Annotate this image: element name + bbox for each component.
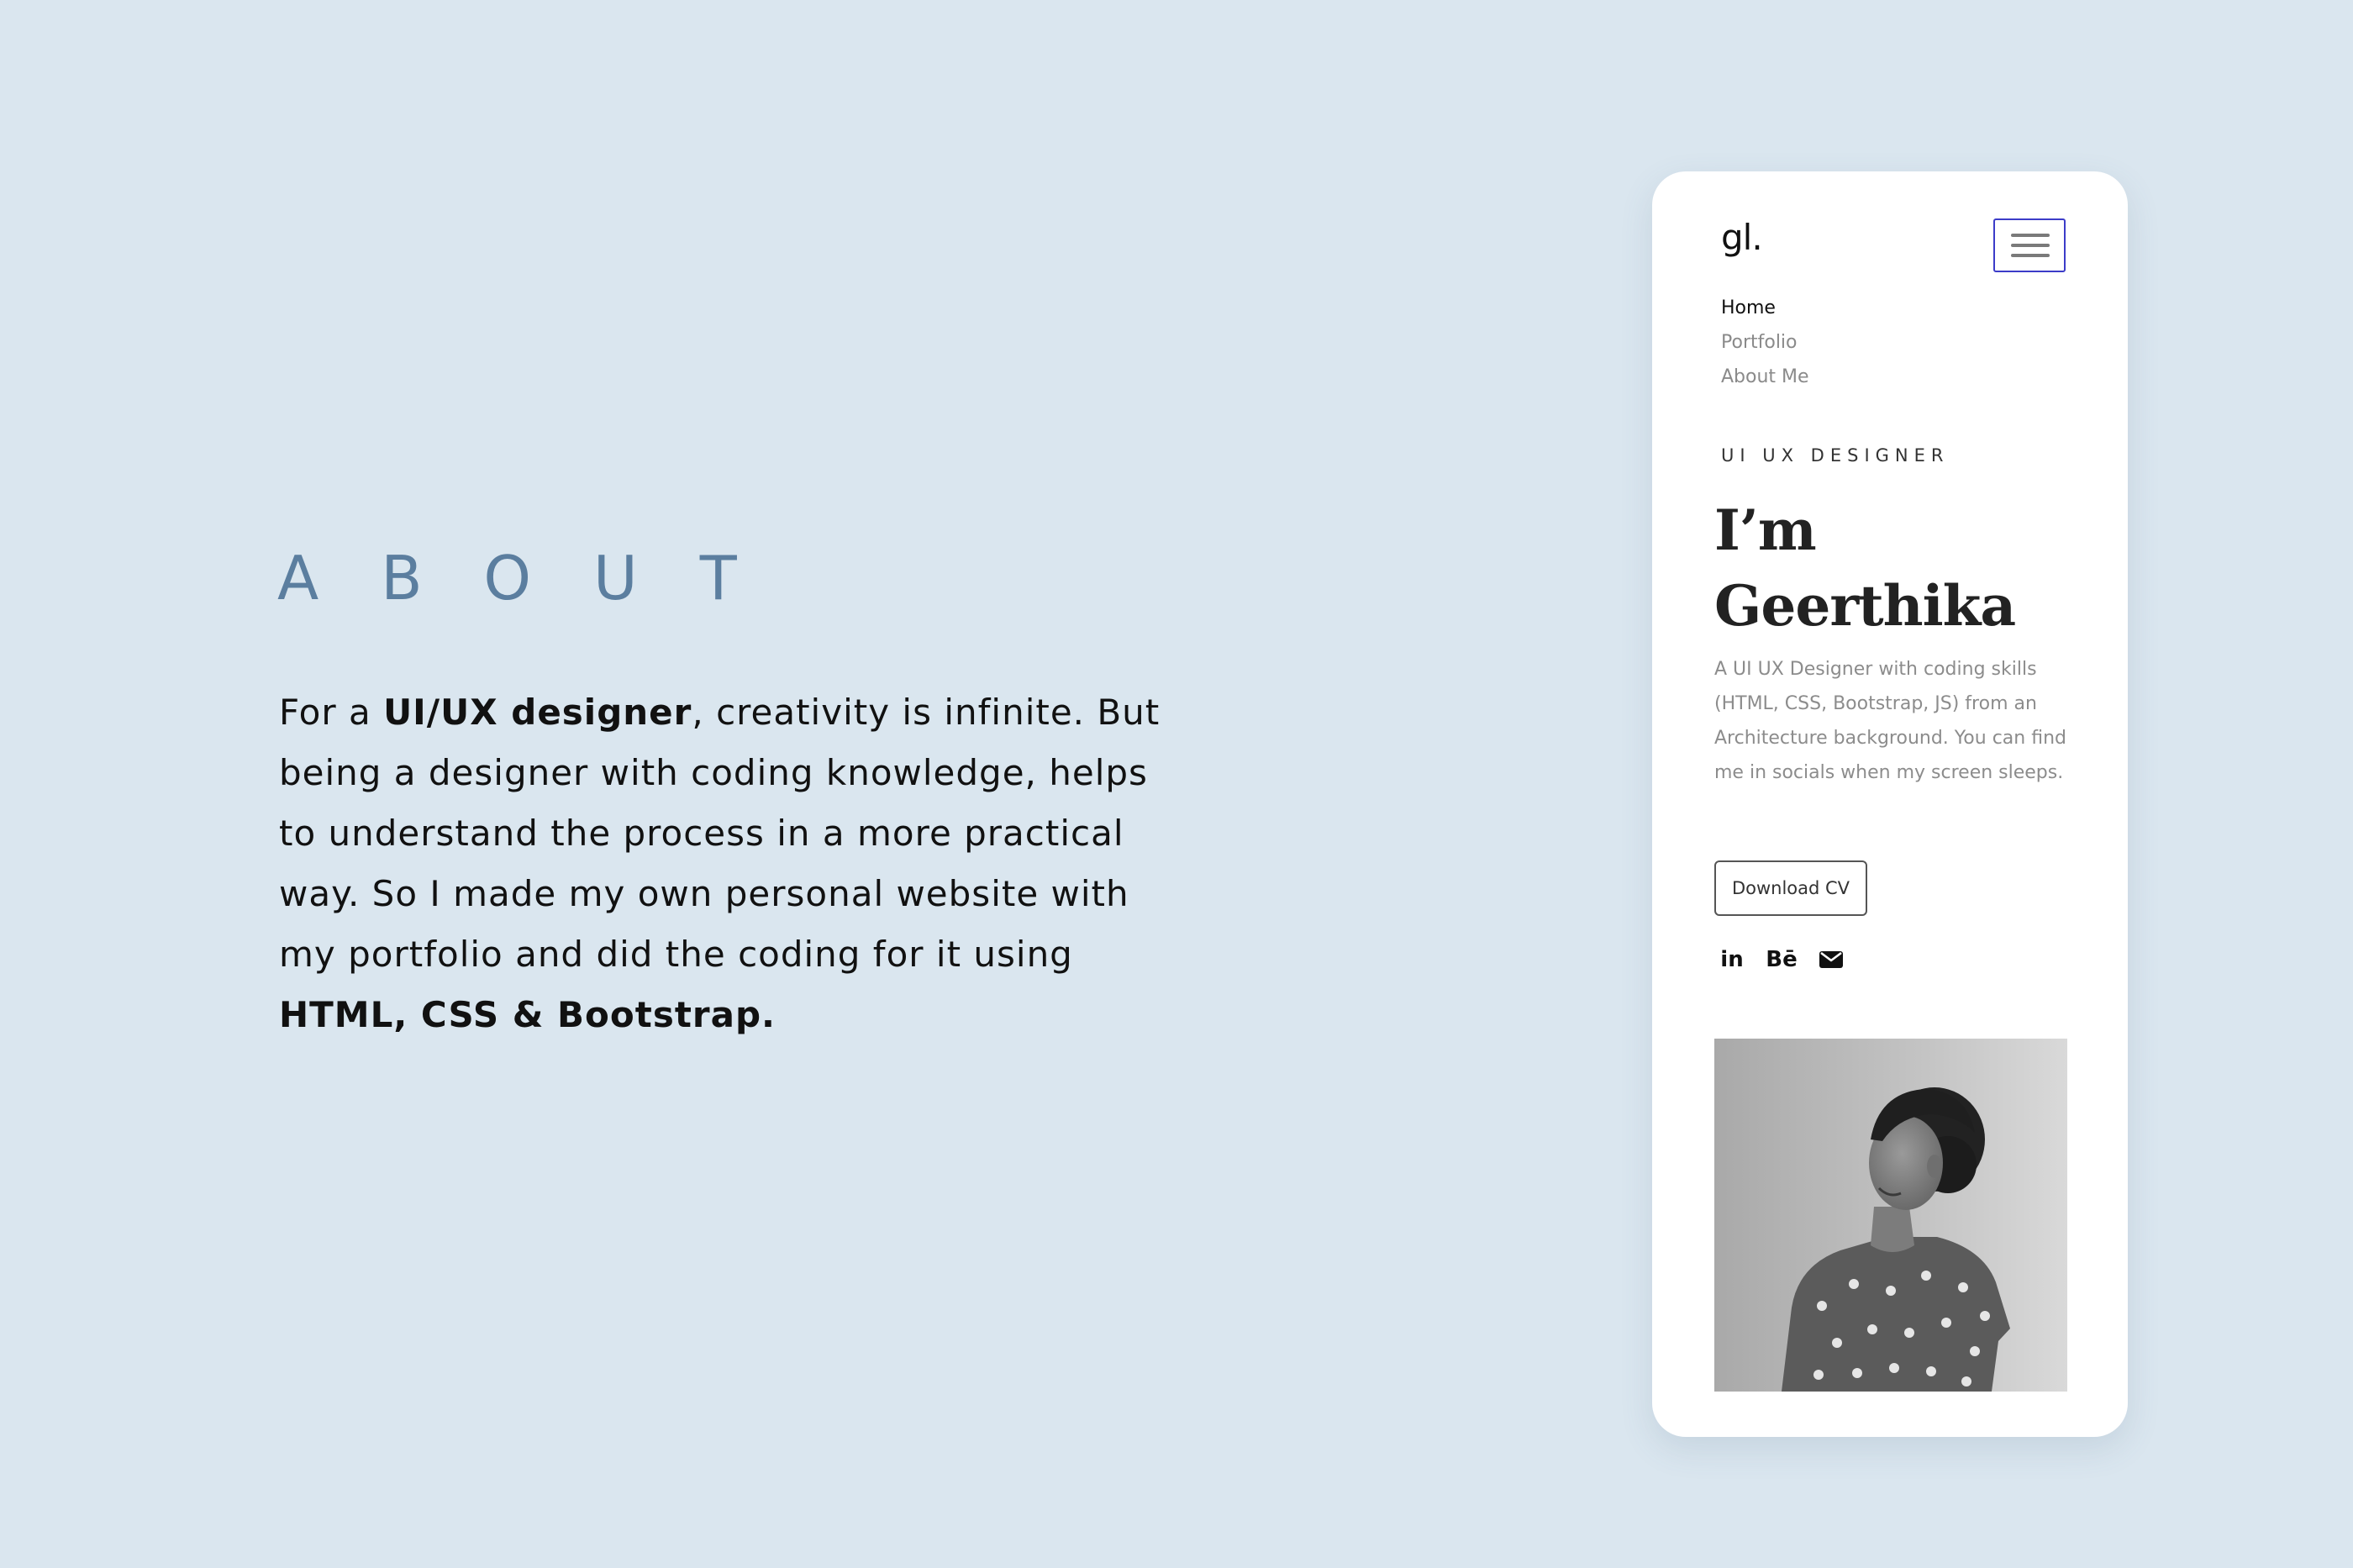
about-bold-role: UI/UX designer [383, 692, 692, 733]
menu-bar [2011, 244, 2050, 247]
menu-bar [2011, 234, 2050, 237]
about-description: For a UI/UX designer, creativity is infi… [279, 682, 1187, 1045]
download-cv-button[interactable]: Download CV [1714, 860, 1867, 916]
nav-item-home[interactable]: Home [1721, 291, 1809, 325]
intro-text: A UI UX Designer with coding skills (HTM… [1714, 659, 2066, 783]
about-text-part: For a [279, 692, 384, 733]
hero-title-name: Geerthika [1714, 573, 2016, 639]
linkedin-icon[interactable]: in [1718, 943, 1746, 976]
mobile-mockup: gl. Home Portfolio About Me UI UX DESIGN… [1652, 171, 2128, 1437]
mail-icon[interactable] [1817, 943, 1845, 976]
site-logo[interactable]: gl. [1721, 217, 1763, 258]
mobile-nav-menu: Home Portfolio About Me [1721, 291, 1809, 394]
about-heading: ABOUT [277, 543, 799, 613]
role-subtitle: UI UX DESIGNER [1721, 445, 1950, 466]
portrait-illustration [1714, 1039, 2067, 1392]
menu-bar [2011, 254, 2050, 257]
page-background: ABOUT For a UI/UX designer, creativity i… [0, 0, 2353, 1568]
hero-title-line: I’m [1714, 497, 1817, 563]
hamburger-menu-button[interactable] [1993, 218, 2066, 272]
hero-title: I’m Geerthika [1714, 492, 2016, 644]
behance-icon[interactable]: Bē [1765, 943, 1798, 976]
nav-item-about-me[interactable]: About Me [1721, 360, 1809, 394]
about-bold-tech: HTML, CSS & Bootstrap. [279, 994, 776, 1035]
portrait-photo [1714, 1039, 2067, 1392]
mail-icon-glyph [1819, 951, 1843, 968]
nav-item-portfolio[interactable]: Portfolio [1721, 325, 1809, 360]
social-links: in Bē [1718, 943, 1864, 976]
about-text-part: , creativity is infinite. But being a de… [279, 692, 1161, 975]
